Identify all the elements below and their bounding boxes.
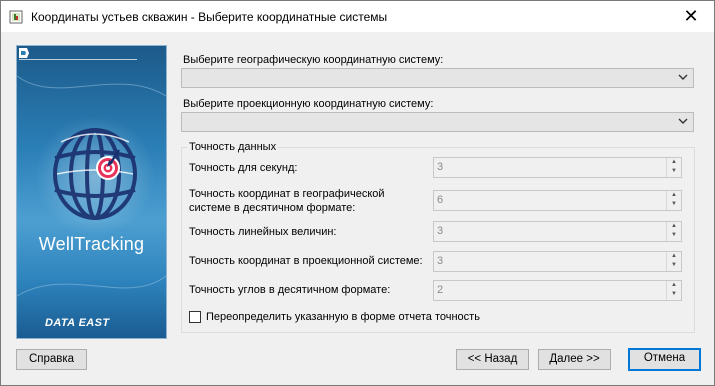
seconds-precision-label: Точность для секунд: <box>189 162 298 174</box>
spin-down-icon[interactable]: ▼ <box>667 167 681 176</box>
proj-system-select[interactable] <box>181 112 694 132</box>
geo-coord-precision-stepper[interactable]: 6 ▲ ▼ <box>433 190 682 211</box>
linear-precision-value: 3 <box>437 225 444 237</box>
proj-coord-precision-stepper[interactable]: 3 ▲ ▼ <box>433 251 682 272</box>
seconds-precision-stepper[interactable]: 3 ▲ ▼ <box>433 157 682 178</box>
spin-down-icon[interactable]: ▼ <box>667 261 681 270</box>
override-precision-checkbox[interactable] <box>189 311 201 323</box>
spin-up-icon[interactable]: ▲ <box>667 222 681 231</box>
geo-coord-precision-value: 6 <box>437 194 444 206</box>
spin-down-icon[interactable]: ▼ <box>667 231 681 240</box>
next-button[interactable]: Далее >> <box>538 349 611 370</box>
cancel-button[interactable]: Отмена <box>628 348 701 371</box>
chevron-down-icon <box>678 118 688 124</box>
spin-down-icon[interactable]: ▼ <box>667 200 681 209</box>
spin-down-icon[interactable]: ▼ <box>667 290 681 299</box>
linear-precision-stepper[interactable]: 3 ▲ ▼ <box>433 221 682 242</box>
seconds-precision-value: 3 <box>437 161 444 173</box>
geo-coord-precision-label-line1: Точность координат в географической <box>189 188 385 200</box>
welltracking-banner: WellTracking DATA EAST <box>16 45 167 339</box>
geo-coord-precision-label-line2: системе в десятичном формате: <box>189 202 356 214</box>
title-bar: Координаты устьев скважин - Выберите коо… <box>1 1 714 32</box>
proj-system-label: Выберите проекционную координатную систе… <box>183 98 434 110</box>
window-title: Координаты устьев скважин - Выберите коо… <box>31 10 388 24</box>
back-button[interactable]: << Назад <box>456 349 529 370</box>
angle-precision-stepper[interactable]: 2 ▲ ▼ <box>433 280 682 301</box>
geo-system-select[interactable] <box>181 68 694 88</box>
company-name: DATA EAST <box>45 317 110 329</box>
angle-precision-value: 2 <box>437 284 444 296</box>
linear-precision-label: Точность линейных величин: <box>189 226 337 238</box>
close-icon[interactable]: ✕ <box>668 1 714 32</box>
dialog-window: Координаты устьев скважин - Выберите коо… <box>0 0 715 386</box>
proj-coord-precision-value: 3 <box>437 255 444 267</box>
data-east-logo-icon <box>19 48 137 60</box>
product-name: WellTracking <box>38 234 145 254</box>
app-icon <box>9 10 23 24</box>
geo-system-label: Выберите географическую координатную сис… <box>183 54 444 66</box>
spin-up-icon[interactable]: ▲ <box>667 158 681 167</box>
spin-up-icon[interactable]: ▲ <box>667 252 681 261</box>
spin-up-icon[interactable]: ▲ <box>667 191 681 200</box>
globe-logo-icon <box>17 75 166 297</box>
precision-group-title: Точность данных <box>187 141 279 153</box>
spin-up-icon[interactable]: ▲ <box>667 281 681 290</box>
override-precision-label[interactable]: Переопределить указанную в форме отчета … <box>206 311 480 323</box>
angle-precision-label: Точность углов в десятичном формате: <box>189 284 391 296</box>
proj-coord-precision-label: Точность координат в проекционной систем… <box>189 255 423 267</box>
chevron-down-icon <box>678 74 688 80</box>
help-button[interactable]: Справка <box>16 349 87 370</box>
